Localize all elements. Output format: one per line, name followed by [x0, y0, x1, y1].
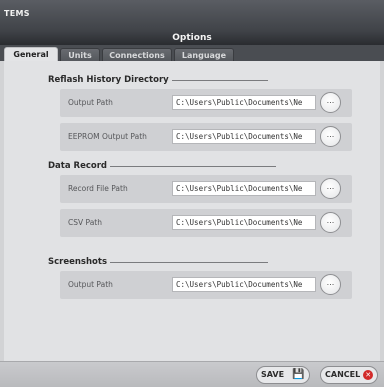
ellipsis-icon: ... [326, 216, 335, 225]
browse-button-output-path[interactable]: ... [320, 92, 341, 113]
eeprom-output-path-field[interactable]: C:\Users\Public\Documents\Ne [172, 129, 316, 144]
floppy-disk-icon: 💾 [292, 369, 305, 380]
tab-connections[interactable]: Connections [102, 48, 172, 61]
group-divider [110, 261, 269, 263]
row-label: Output Path [68, 98, 113, 107]
browse-button-screenshot-output-path[interactable]: ... [320, 274, 341, 295]
app-title: TEMS [4, 9, 30, 18]
record-file-path-field[interactable]: C:\Users\Public\Documents\Ne [172, 181, 316, 196]
group-divider [171, 79, 268, 81]
row-label: Output Path [68, 280, 113, 289]
browse-button-eeprom-output-path[interactable]: ... [320, 126, 341, 147]
close-circle-icon: ✕ [363, 370, 374, 380]
row-label: EEPROM Output Path [68, 132, 147, 141]
group-reflash-history: Reflash History Directory [48, 75, 268, 85]
group-title-screenshots: Screenshots [48, 257, 108, 267]
screenshot-output-path-field[interactable]: C:\Users\Public\Documents\Ne [172, 277, 316, 292]
group-divider [110, 165, 277, 167]
group-screenshots: Screenshots [48, 257, 269, 267]
cancel-button-label: CANCEL [325, 370, 361, 379]
csv-path-field[interactable]: C:\Users\Public\Documents\Ne [172, 215, 316, 230]
dialog-button-bar: SAVE 💾 CANCEL ✕ [0, 361, 384, 387]
row-label: Record File Path [68, 184, 128, 193]
tab-bar: General Units Connections Language [0, 45, 384, 61]
tab-language[interactable]: Language [174, 48, 234, 61]
save-button-label: SAVE [261, 370, 285, 379]
ellipsis-icon: ... [326, 278, 335, 287]
settings-row-screenshot-output-path: Output Path C:\Users\Public\Documents\Ne… [60, 271, 352, 299]
settings-row-output-path: Output Path C:\Users\Public\Documents\Ne… [60, 89, 352, 117]
save-button[interactable]: SAVE 💾 [256, 366, 310, 384]
settings-row-csv-path: CSV Path C:\Users\Public\Documents\Ne ..… [60, 209, 352, 237]
app-title-bar: TEMS [0, 0, 384, 32]
group-title-reflash: Reflash History Directory [48, 75, 169, 85]
browse-button-record-file-path[interactable]: ... [320, 178, 341, 199]
group-title-data-record: Data Record [48, 161, 108, 171]
tab-general[interactable]: General [4, 47, 58, 61]
ellipsis-icon: ... [326, 182, 335, 191]
general-panel: Reflash History Directory Output Path C:… [4, 61, 380, 361]
options-window: Options General Units Connections Langua… [0, 32, 384, 387]
ellipsis-icon: ... [326, 130, 335, 139]
cancel-button[interactable]: CANCEL ✕ [320, 366, 379, 384]
output-path-field[interactable]: C:\Users\Public\Documents\Ne [172, 95, 316, 110]
settings-row-record-file-path: Record File Path C:\Users\Public\Documen… [60, 175, 352, 203]
browse-button-csv-path[interactable]: ... [320, 212, 341, 233]
tab-units[interactable]: Units [60, 48, 100, 61]
row-label: CSV Path [68, 218, 102, 227]
ellipsis-icon: ... [326, 96, 335, 105]
dialog-title: Options [0, 32, 384, 45]
settings-row-eeprom-output-path: EEPROM Output Path C:\Users\Public\Docum… [60, 123, 352, 151]
group-data-record: Data Record [48, 161, 277, 171]
